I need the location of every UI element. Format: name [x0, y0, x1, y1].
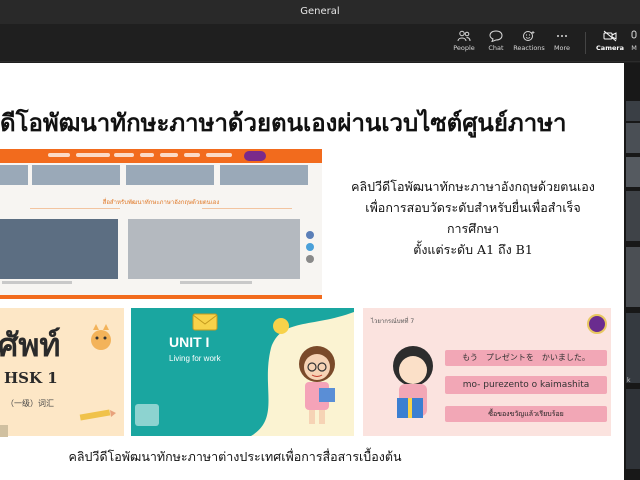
nav-item: [160, 153, 178, 157]
romaji-sentence: mo- purezento o kaimashita: [445, 376, 607, 394]
participant-label: k: [627, 377, 631, 384]
unit-title: UNIT I: [169, 334, 210, 350]
nav-pill-button: [244, 151, 266, 161]
more-label: More: [553, 44, 571, 52]
cartoon-animal-icon: [91, 324, 111, 350]
university-logo: [587, 314, 607, 334]
grammar-lesson-header: ไวยากรณ์บทที่ 7: [371, 318, 415, 325]
slide-title: ดีโอพัฒนาทักษะภาษาด้วยตนเองผ่านเวบไซต์ศู…: [0, 108, 567, 137]
slide-edge-marker: [0, 425, 8, 437]
nav-item: [114, 153, 134, 157]
nav-item: [140, 153, 154, 157]
nav-item: [184, 153, 200, 157]
description-line: ตั้งแต่ระดับ A1 ถึง B1: [413, 242, 533, 257]
video-caption: [2, 281, 72, 284]
site-section-heading: สื่อสำหรับพัฒนาทักษะภาษาอังกฤษด้วยตนเอง: [102, 199, 220, 206]
more-icon: [557, 35, 567, 37]
japanese-sentence: もう プレゼントを かいました。: [445, 350, 607, 366]
hsk-big-text: ศัพท์: [0, 326, 61, 364]
camera-off-icon: [603, 30, 617, 42]
nav-item: [48, 153, 70, 157]
site-footer-bar: [0, 295, 322, 299]
participant-rail: k: [624, 63, 640, 480]
facebook-icon: [306, 231, 314, 239]
divider: [30, 208, 120, 209]
reactions-icon: [523, 31, 535, 41]
girl-with-book-illustration: [299, 346, 335, 424]
bottom-caption: คลิปวีดีโอพัฒนาทักษะภาษาต่างประเทศเพื่อก…: [68, 449, 402, 464]
mic-icon: [631, 30, 637, 39]
participant-tile[interactable]: [626, 313, 640, 383]
hsk-level-text: HSK 1: [4, 369, 58, 387]
camera-button[interactable]: Camera: [590, 28, 630, 60]
more-button[interactable]: More: [542, 28, 582, 60]
shared-presentation-slide: ดีโอพัฒนาทักษะภาษาด้วยตนเองผ่านเวบไซต์ศู…: [0, 63, 624, 480]
slide-description: คลิปวีดีโอพัฒนาทักษะภาษาอังกฤษด้วยตนเอง …: [330, 176, 616, 260]
site-thumbnail: [126, 165, 214, 185]
girl-with-gift-illustration: [393, 346, 433, 418]
teams-meeting-window: General People Chat Reactions More Camer…: [0, 0, 640, 480]
hsk-tag-text: （一级）词汇: [6, 399, 54, 408]
people-icon: [457, 30, 471, 42]
video-thumbnail: [128, 219, 300, 279]
nav-item: [76, 153, 110, 157]
japanese-grammar-thumbnail: ไวยากรณ์บทที่ 7 もう プレゼントを かいました。 mo- pur…: [363, 308, 611, 436]
window-title: General: [0, 0, 640, 24]
unit-thumbnail: UNIT I Living for work: [131, 308, 354, 436]
hsk-thumbnail: ศัพท์ HSK 1 （一级）词汇: [0, 308, 124, 436]
unit-subtitle: Living for work: [169, 354, 221, 363]
participant-tile[interactable]: [626, 101, 640, 121]
envelope-icon: [192, 313, 218, 331]
website-screenshot: สื่อสำหรับพัฒนาทักษะภาษาอังกฤษด้วยตนเอง: [0, 149, 322, 299]
toolbar-divider: [585, 32, 586, 54]
description-line: การศึกษา: [446, 221, 500, 236]
site-thumbnail: [32, 165, 120, 185]
description-line: เพื่อการสอบวัดระดับสำหรับยื่นเพื่อสำเร็จ: [365, 200, 581, 215]
divider: [202, 208, 292, 209]
twitter-icon: [306, 243, 314, 251]
share-icon: [306, 255, 314, 263]
video-thumbnail: [0, 219, 118, 279]
pencil-decoration-icon: [79, 409, 116, 421]
video-caption: [180, 281, 252, 284]
site-nav-bar: [0, 149, 322, 163]
description-line: คลิปวีดีโอพัฒนาทักษะภาษาอังกฤษด้วยตนเอง: [351, 179, 595, 194]
participant-tile[interactable]: [626, 157, 640, 187]
participant-tile[interactable]: [626, 389, 640, 469]
participant-tile[interactable]: [626, 191, 640, 241]
mic-label: M: [631, 44, 637, 52]
camera-label: Camera: [596, 44, 624, 52]
site-thumbnail: [220, 165, 308, 185]
site-thumbnail: [0, 165, 28, 185]
chat-icon: [489, 30, 503, 42]
participant-tile[interactable]: [626, 247, 640, 307]
meeting-toolbar: People Chat Reactions More Camera M: [0, 24, 640, 62]
mic-button[interactable]: M: [628, 28, 640, 60]
thai-translation: ซื้อของขวัญแล้วเรียบร้อย: [445, 406, 607, 422]
nav-item: [206, 153, 232, 157]
participant-tile[interactable]: [626, 123, 640, 153]
